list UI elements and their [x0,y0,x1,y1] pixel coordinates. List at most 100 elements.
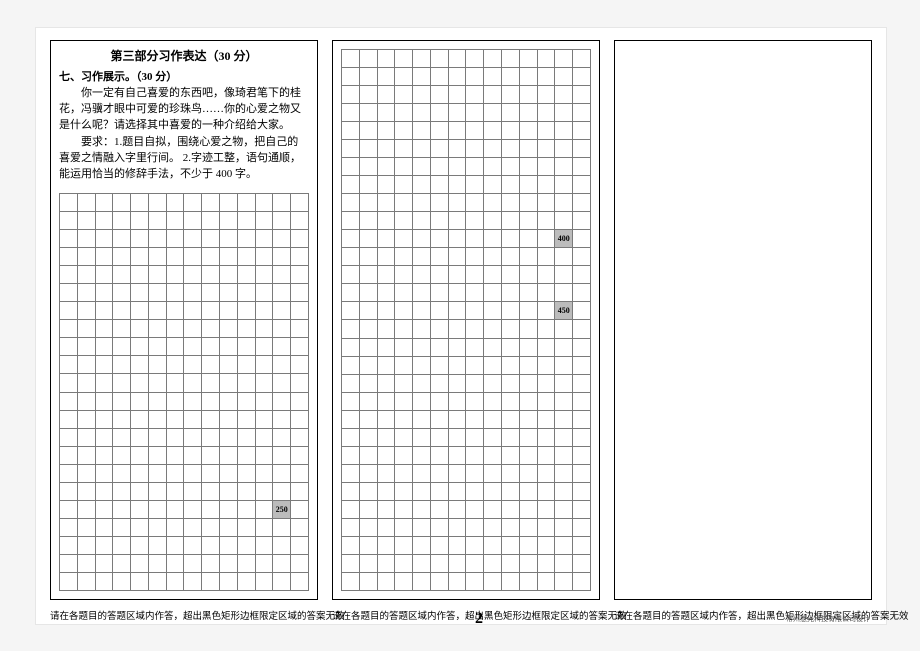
grid-cell[interactable] [219,230,237,247]
grid-cell[interactable] [255,302,273,319]
grid-cell[interactable] [554,266,572,283]
grid-cell[interactable] [183,411,201,428]
grid-cell[interactable] [77,429,95,446]
grid-cell[interactable] [519,465,537,482]
grid-cell[interactable] [412,357,430,374]
grid-cell[interactable] [290,483,309,500]
grid-cell[interactable] [219,338,237,355]
grid-cell[interactable] [359,302,377,319]
grid-cell[interactable] [483,447,501,464]
grid-cell[interactable] [377,194,395,211]
grid-cell[interactable] [572,248,591,265]
grid-cell[interactable] [255,555,273,572]
grid-cell[interactable] [59,338,77,355]
grid-cell[interactable] [359,266,377,283]
grid-cell[interactable] [483,86,501,103]
grid-cell[interactable] [341,230,359,247]
grid-cell[interactable] [359,230,377,247]
grid-cell[interactable] [430,411,448,428]
grid-cell[interactable] [483,212,501,229]
grid-cell[interactable] [130,320,148,337]
grid-cell[interactable] [519,86,537,103]
grid-cell[interactable] [166,519,184,536]
grid-cell[interactable] [272,555,290,572]
grid-cell[interactable] [483,393,501,410]
grid-cell[interactable] [77,302,95,319]
grid-cell[interactable] [465,86,483,103]
grid-cell[interactable] [166,194,184,211]
grid-cell[interactable] [448,176,466,193]
grid-cell[interactable] [219,320,237,337]
grid-cell[interactable] [255,356,273,373]
grid-cell[interactable] [95,320,113,337]
grid-cell[interactable] [77,356,95,373]
grid-cell[interactable] [412,429,430,446]
grid-cell[interactable] [359,212,377,229]
grid-cell[interactable] [519,483,537,500]
grid-cell[interactable] [501,266,519,283]
grid-cell[interactable] [394,86,412,103]
grid-cell[interactable] [219,248,237,265]
grid-cell[interactable] [166,465,184,482]
grid-cell[interactable] [130,302,148,319]
grid-cell[interactable] [255,573,273,590]
grid-cell[interactable] [290,284,309,301]
grid-cell[interactable] [519,375,537,392]
grid-cell[interactable] [554,68,572,85]
grid-cell[interactable] [183,212,201,229]
grid-cell[interactable] [448,302,466,319]
grid-cell[interactable] [112,230,130,247]
grid-cell[interactable] [501,339,519,356]
grid-cell[interactable] [465,393,483,410]
grid-cell[interactable] [272,230,290,247]
grid-cell[interactable] [183,302,201,319]
grid-cell[interactable] [430,447,448,464]
grid-cell[interactable] [377,465,395,482]
grid-cell[interactable] [430,194,448,211]
grid-cell[interactable] [465,465,483,482]
writing-grid-1[interactable]: 250 [59,193,309,591]
grid-cell[interactable] [501,140,519,157]
grid-cell[interactable] [448,429,466,446]
grid-cell[interactable] [377,68,395,85]
grid-cell[interactable] [130,374,148,391]
grid-cell[interactable] [130,248,148,265]
grid-cell[interactable] [219,374,237,391]
grid-cell[interactable] [537,411,555,428]
grid-cell[interactable] [95,573,113,590]
grid-cell[interactable] [272,284,290,301]
grid-cell[interactable] [237,194,255,211]
grid-cell[interactable] [394,230,412,247]
grid-cell[interactable] [166,302,184,319]
grid-cell[interactable] [183,284,201,301]
grid-cell[interactable] [430,320,448,337]
grid-cell[interactable] [201,465,219,482]
grid-cell[interactable] [359,50,377,67]
grid-cell[interactable] [430,212,448,229]
grid-cell[interactable] [572,122,591,139]
grid-cell[interactable] [394,357,412,374]
grid-cell[interactable] [430,375,448,392]
grid-cell[interactable] [166,338,184,355]
grid-cell[interactable] [290,573,309,590]
grid-cell[interactable] [554,465,572,482]
grid-cell[interactable] [201,374,219,391]
grid-cell[interactable] [148,320,166,337]
grid-cell[interactable] [237,573,255,590]
grid-cell[interactable] [554,393,572,410]
grid-cell[interactable] [394,555,412,572]
grid-cell[interactable] [554,411,572,428]
grid-cell[interactable] [201,212,219,229]
grid-cell[interactable] [219,356,237,373]
grid-cell[interactable] [448,501,466,518]
grid-cell[interactable] [341,519,359,536]
grid-cell[interactable] [554,573,572,590]
grid-cell[interactable] [448,519,466,536]
grid-cell[interactable] [519,302,537,319]
grid-cell[interactable] [412,375,430,392]
grid-cell[interactable] [255,230,273,247]
grid-cell[interactable] [554,447,572,464]
grid-cell[interactable] [112,573,130,590]
grid-cell[interactable] [183,266,201,283]
grid-cell[interactable] [412,573,430,590]
